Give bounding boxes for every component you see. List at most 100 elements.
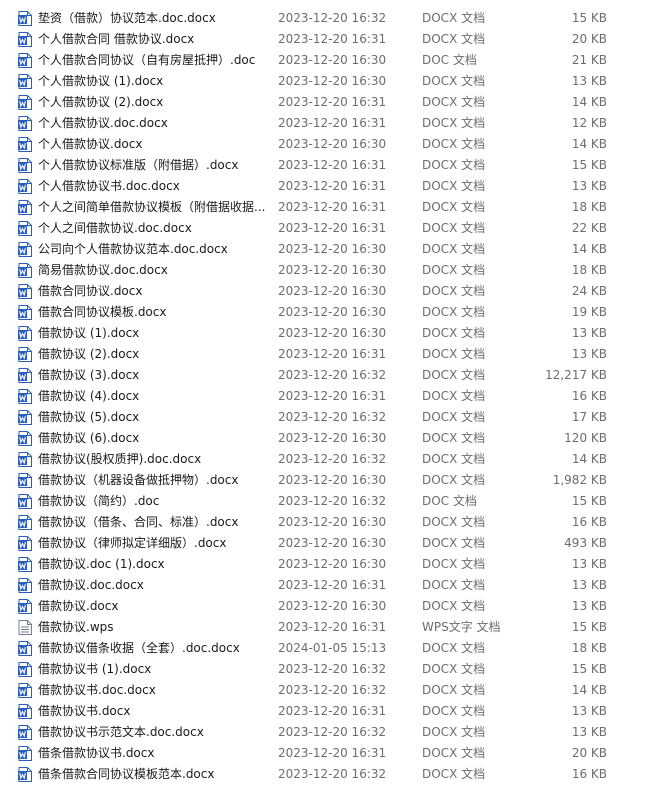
file-name: 借款协议（简约）.doc <box>38 494 160 508</box>
file-row[interactable]: 借款协议 (3).docx 2023-12-20 16:32 DOCX 文档 1… <box>0 365 651 386</box>
file-row[interactable]: 借款协议 (6).docx 2023-12-20 16:30 DOCX 文档 1… <box>0 428 651 449</box>
word-document-icon <box>18 662 32 677</box>
file-modified-date: 2023-12-20 16:31 <box>278 179 387 193</box>
file-row[interactable]: 借款协议（机器设备做抵押物）.docx 2023-12-20 16:30 DOC… <box>0 470 651 491</box>
file-size: 18 KB <box>571 263 607 277</box>
file-type: DOCX 文档 <box>422 326 486 340</box>
word-document-icon <box>18 578 32 593</box>
file-row[interactable]: 借条借款协议书.docx 2023-12-20 16:31 DOCX 文档 20… <box>0 743 651 764</box>
file-row[interactable]: 借款协议 (4).docx 2023-12-20 16:31 DOCX 文档 1… <box>0 386 651 407</box>
file-type: DOCX 文档 <box>422 368 486 382</box>
file-row[interactable]: 借款协议（简约）.doc 2023-12-20 16:32 DOC 文档 15 … <box>0 491 651 512</box>
word-document-icon <box>18 347 32 362</box>
file-type: DOCX 文档 <box>422 515 486 529</box>
word-document-icon <box>18 704 32 719</box>
file-size: 18 KB <box>571 641 607 655</box>
file-row[interactable]: 借款协议.wps 2023-12-20 16:31 WPS文字 文档 15 KB <box>0 617 651 638</box>
file-row[interactable]: 简易借款协议.doc.docx 2023-12-20 16:30 DOCX 文档… <box>0 260 651 281</box>
file-modified-date: 2023-12-20 16:32 <box>278 368 387 382</box>
file-size: 20 KB <box>571 32 607 46</box>
word-document-icon <box>18 431 32 446</box>
word-document-icon <box>18 515 32 530</box>
file-size: 13 KB <box>571 347 607 361</box>
word-document-icon <box>18 221 32 236</box>
file-row[interactable]: 借条借款合同协议模板范本.docx 2023-12-20 16:32 DOCX … <box>0 764 651 785</box>
file-type: DOCX 文档 <box>422 137 486 151</box>
file-size: 14 KB <box>571 137 607 151</box>
file-size: 13 KB <box>571 74 607 88</box>
file-row[interactable]: 公司向个人借款协议范本.doc.docx 2023-12-20 16:30 DO… <box>0 239 651 260</box>
file-row[interactable]: 借款协议(股权质押).doc.docx 2023-12-20 16:32 DOC… <box>0 449 651 470</box>
file-row[interactable]: 借款协议（借条、合同、标准）.docx 2023-12-20 16:30 DOC… <box>0 512 651 533</box>
file-row[interactable]: 借款协议 (2).docx 2023-12-20 16:31 DOCX 文档 1… <box>0 344 651 365</box>
file-row[interactable]: 借款协议.doc.docx 2023-12-20 16:31 DOCX 文档 1… <box>0 575 651 596</box>
file-size: 21 KB <box>571 53 607 67</box>
file-type: DOCX 文档 <box>422 557 486 571</box>
file-modified-date: 2023-12-20 16:32 <box>278 725 387 739</box>
file-modified-date: 2023-12-20 16:31 <box>278 704 387 718</box>
file-row[interactable]: 借款协议书 (1).docx 2023-12-20 16:32 DOCX 文档 … <box>0 659 651 680</box>
file-name: 个人借款协议 (1).docx <box>38 74 164 88</box>
file-row[interactable]: 借款协议.doc (1).docx 2023-12-20 16:30 DOCX … <box>0 554 651 575</box>
file-modified-date: 2023-12-20 16:32 <box>278 410 387 424</box>
file-modified-date: 2023-12-20 16:31 <box>278 116 387 130</box>
word-document-icon <box>18 95 32 110</box>
file-row[interactable]: 个人借款协议标准版（附借据）.docx 2023-12-20 16:31 DOC… <box>0 155 651 176</box>
file-row[interactable]: 个人之间借款协议.doc.docx 2023-12-20 16:31 DOCX … <box>0 218 651 239</box>
file-row[interactable]: 借款合同协议.docx 2023-12-20 16:30 DOCX 文档 24 … <box>0 281 651 302</box>
file-row[interactable]: 个人借款合同 借款协议.docx 2023-12-20 16:31 DOCX 文… <box>0 29 651 50</box>
file-row[interactable]: 借款协议书.docx 2023-12-20 16:31 DOCX 文档 13 K… <box>0 701 651 722</box>
file-size: 15 KB <box>571 11 607 25</box>
file-modified-date: 2023-12-20 16:30 <box>278 242 387 256</box>
file-row[interactable]: 垫资（借款）协议范本.doc.docx 2023-12-20 16:32 DOC… <box>0 8 651 29</box>
file-row[interactable]: 个人借款协议.doc.docx 2023-12-20 16:31 DOCX 文档… <box>0 113 651 134</box>
file-row[interactable]: 个人借款协议.docx 2023-12-20 16:30 DOCX 文档 14 … <box>0 134 651 155</box>
file-name: 借款协议（律师拟定详细版）.docx <box>38 536 227 550</box>
file-row[interactable]: 借款协议.docx 2023-12-20 16:30 DOCX 文档 13 KB <box>0 596 651 617</box>
file-row[interactable]: 借款协议 (1).docx 2023-12-20 16:30 DOCX 文档 1… <box>0 323 651 344</box>
file-size: 120 KB <box>564 431 607 445</box>
file-row[interactable]: 个人之间简单借款协议模板（附借据收据... 2023-12-20 16:31 D… <box>0 197 651 218</box>
file-type: DOCX 文档 <box>422 683 486 697</box>
file-row[interactable]: 借款协议书示范文本.doc.docx 2023-12-20 16:32 DOCX… <box>0 722 651 743</box>
word-document-icon <box>18 74 32 89</box>
file-size: 13 KB <box>571 326 607 340</box>
file-size: 14 KB <box>571 95 607 109</box>
file-name: 借款协议 (6).docx <box>38 431 140 445</box>
word-document-icon <box>18 536 32 551</box>
file-row[interactable]: 个人借款协议 (1).docx 2023-12-20 16:30 DOCX 文档… <box>0 71 651 92</box>
file-modified-date: 2023-12-20 16:31 <box>278 32 387 46</box>
file-modified-date: 2023-12-20 16:30 <box>278 536 387 550</box>
file-row[interactable]: 个人借款协议 (2).docx 2023-12-20 16:31 DOCX 文档… <box>0 92 651 113</box>
file-modified-date: 2023-12-20 16:31 <box>278 578 387 592</box>
file-name: 借款协议.docx <box>38 599 119 613</box>
file-name: 借款协议(股权质押).doc.docx <box>38 452 202 466</box>
file-size: 13 KB <box>571 725 607 739</box>
file-modified-date: 2023-12-20 16:30 <box>278 557 387 571</box>
file-size: 20 KB <box>571 746 607 760</box>
file-modified-date: 2023-12-20 16:30 <box>278 431 387 445</box>
file-size: 1,982 KB <box>552 473 607 487</box>
file-type: DOCX 文档 <box>422 746 486 760</box>
file-name: 借款协议 (2).docx <box>38 347 140 361</box>
file-row[interactable]: 个人借款协议书.doc.docx 2023-12-20 16:31 DOCX 文… <box>0 176 651 197</box>
file-row[interactable]: 借款协议（律师拟定详细版）.docx 2023-12-20 16:30 DOCX… <box>0 533 651 554</box>
file-name: 借款协议.doc (1).docx <box>38 557 165 571</box>
file-row[interactable]: 借款协议 (5).docx 2023-12-20 16:32 DOCX 文档 1… <box>0 407 651 428</box>
file-modified-date: 2023-12-20 16:30 <box>278 284 387 298</box>
word-document-icon <box>18 11 32 26</box>
file-modified-date: 2023-12-20 16:32 <box>278 662 387 676</box>
file-name: 借款合同协议模板.docx <box>38 305 167 319</box>
file-name: 借款协议 (5).docx <box>38 410 140 424</box>
file-size: 13 KB <box>571 557 607 571</box>
file-row[interactable]: 借款合同协议模板.docx 2023-12-20 16:30 DOCX 文档 1… <box>0 302 651 323</box>
file-size: 493 KB <box>564 536 607 550</box>
file-modified-date: 2023-12-20 16:30 <box>278 74 387 88</box>
file-type: DOCX 文档 <box>422 116 486 130</box>
file-row[interactable]: 个人借款合同协议（自有房屋抵押）.doc 2023-12-20 16:30 DO… <box>0 50 651 71</box>
file-name: 借款协议 (1).docx <box>38 326 140 340</box>
file-row[interactable]: 借款协议借条收据（全套）.doc.docx 2024-01-05 15:13 D… <box>0 638 651 659</box>
word-document-icon <box>18 137 32 152</box>
file-modified-date: 2023-12-20 16:31 <box>278 221 387 235</box>
file-row[interactable]: 借款协议书.doc.docx 2023-12-20 16:32 DOCX 文档 … <box>0 680 651 701</box>
